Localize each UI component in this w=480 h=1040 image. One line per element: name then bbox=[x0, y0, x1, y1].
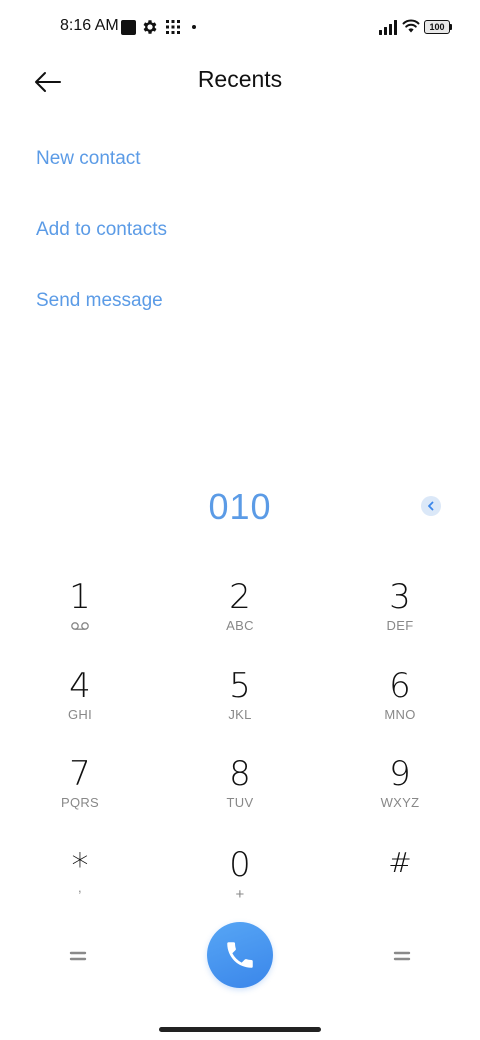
key-4[interactable]: 4 GHI bbox=[20, 666, 140, 746]
key-star[interactable]: * , bbox=[20, 846, 140, 926]
menu-button-left[interactable] bbox=[66, 944, 90, 968]
key-letters: WXYZ bbox=[380, 795, 420, 810]
voicemail-icon bbox=[71, 622, 89, 630]
new-contact-link[interactable]: New contact bbox=[36, 148, 141, 170]
battery-level: 100 bbox=[424, 20, 450, 34]
dialed-number: 010 bbox=[208, 486, 272, 527]
key-6[interactable]: 6 MNO bbox=[340, 666, 460, 746]
key-digit: 3 bbox=[389, 577, 411, 617]
key-letters: MNO bbox=[384, 707, 416, 722]
battery-tip bbox=[450, 24, 452, 30]
key-letters: GHI bbox=[67, 707, 92, 722]
home-indicator[interactable] bbox=[159, 1027, 321, 1032]
key-digit: 5 bbox=[229, 666, 251, 706]
equals-menu-icon bbox=[69, 951, 87, 961]
send-message-link[interactable]: Send message bbox=[36, 290, 163, 312]
key-digit: 8 bbox=[229, 754, 251, 794]
equals-menu-icon bbox=[393, 951, 411, 961]
key-digit: 1 bbox=[69, 577, 91, 617]
key-letters: PQRS bbox=[60, 795, 100, 810]
call-button[interactable] bbox=[207, 922, 273, 988]
key-3[interactable]: 3 DEF bbox=[340, 577, 460, 657]
key-hash[interactable]: # bbox=[340, 843, 460, 923]
key-2[interactable]: 2 ABC bbox=[180, 577, 300, 657]
chevron-left-icon bbox=[428, 501, 434, 511]
page-title: Recents bbox=[197, 66, 283, 92]
key-digit: 4 bbox=[69, 666, 91, 706]
apps-grid-icon bbox=[166, 20, 180, 34]
notification-dot-icon bbox=[192, 25, 196, 29]
key-1[interactable]: 1 bbox=[20, 577, 140, 657]
key-digit: # bbox=[388, 846, 412, 879]
status-bar: 8:16 AM 100 bbox=[0, 0, 480, 56]
key-letters: ABC bbox=[226, 618, 254, 633]
key-letters: , bbox=[78, 880, 82, 895]
key-5[interactable]: 5 JKL bbox=[180, 666, 300, 746]
key-8[interactable]: 8 TUV bbox=[180, 754, 300, 834]
add-to-contacts-link[interactable]: Add to contacts bbox=[36, 219, 167, 241]
backspace-button[interactable] bbox=[421, 496, 441, 516]
battery-icon: 100 bbox=[424, 20, 452, 34]
phone-icon bbox=[227, 942, 253, 968]
key-letters: DEF bbox=[386, 618, 414, 633]
key-digit: 2 bbox=[229, 577, 251, 617]
key-0[interactable]: 0 + bbox=[180, 845, 300, 925]
key-7[interactable]: 7 PQRS bbox=[20, 754, 140, 834]
key-digit: 9 bbox=[389, 754, 411, 794]
key-digit: 7 bbox=[69, 754, 91, 794]
key-letters: TUV bbox=[226, 795, 254, 810]
status-time: 8:16 AM bbox=[60, 17, 119, 34]
signal-icon bbox=[379, 20, 397, 35]
key-digit: 6 bbox=[389, 666, 411, 706]
key-9[interactable]: 9 WXYZ bbox=[340, 754, 460, 834]
key-digit: 0 bbox=[229, 845, 251, 885]
settings-gear-icon bbox=[143, 20, 157, 34]
wifi-icon bbox=[402, 19, 420, 33]
notification-square-icon bbox=[121, 20, 136, 35]
menu-button-right[interactable] bbox=[390, 944, 414, 968]
key-letters: + bbox=[235, 886, 245, 903]
key-letters: JKL bbox=[228, 707, 252, 722]
